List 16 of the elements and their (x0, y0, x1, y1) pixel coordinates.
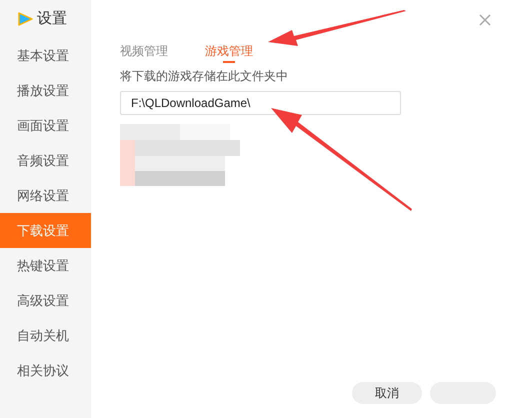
folder-path-field[interactable]: F:\QLDownloadGame\ (120, 91, 401, 115)
window-title: 设置 (37, 8, 67, 29)
sidebar-item[interactable]: 画面设置 (0, 108, 91, 143)
sidebar-item[interactable]: 热键设置 (0, 248, 91, 283)
sidebar-item[interactable]: 播放设置 (0, 73, 91, 108)
tab[interactable]: 视频管理 (120, 42, 168, 63)
sidebar-item[interactable]: 基本设置 (0, 38, 91, 73)
sidebar-item[interactable]: 自动关机 (0, 318, 91, 353)
sidebar-item[interactable]: 音频设置 (0, 143, 91, 178)
folder-label: 将下载的游戏存储在此文件夹中 (120, 68, 289, 85)
close-icon (478, 13, 492, 27)
sidebar-item[interactable]: 高级设置 (0, 283, 91, 318)
cancel-button[interactable]: 取消 (352, 382, 422, 404)
sidebar-item[interactable]: 相关协议 (0, 353, 91, 388)
sidebar-item[interactable]: 网络设置 (0, 178, 91, 213)
play-logo-icon (17, 12, 33, 26)
